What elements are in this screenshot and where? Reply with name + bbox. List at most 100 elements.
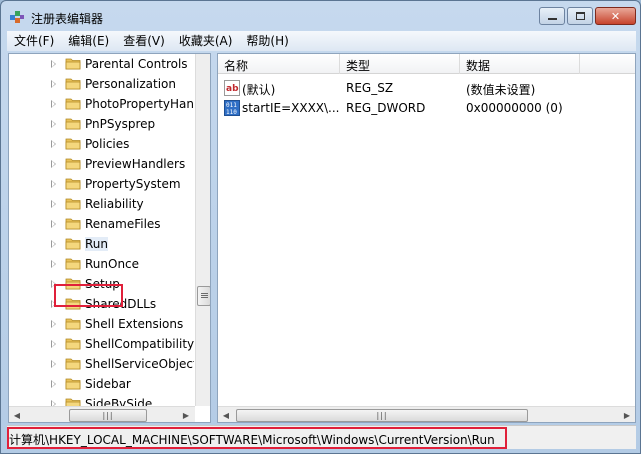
svg-text:ab: ab — [226, 84, 239, 94]
folder-icon — [65, 318, 81, 330]
registry-tree-pane[interactable]: Parental Controls Personalization PhotoPro… — [8, 53, 211, 423]
close-button[interactable]: ✕ — [595, 7, 636, 25]
tree-horizontal-scroll-thumb[interactable]: ||| — [69, 409, 147, 422]
tree-item[interactable]: Shell Extensions — [9, 314, 194, 334]
tree-item[interactable]: RenameFiles — [9, 214, 194, 234]
tree-vertical-scrollbar[interactable] — [195, 54, 210, 406]
folder-icon — [65, 118, 81, 130]
value-row-startie[interactable]: 011 110 startIE=XXXX\... REG_DWORD 0x000… — [218, 98, 635, 118]
expand-arrow-icon[interactable] — [51, 60, 56, 68]
value-data: 0x00000000 (0) — [466, 101, 563, 115]
close-icon: ✕ — [610, 9, 621, 23]
expand-arrow-icon[interactable] — [51, 180, 56, 188]
tree-item-label: PreviewHandlers — [85, 157, 186, 171]
folder-icon — [65, 98, 81, 110]
expand-arrow-icon[interactable] — [51, 140, 56, 148]
tree-horizontal-scrollbar[interactable]: ◀ ||| ▶ — [9, 406, 195, 422]
folder-icon — [65, 358, 81, 370]
path-highlight — [7, 427, 507, 449]
tree-vertical-scroll-thumb[interactable] — [197, 286, 210, 306]
menu-bar: 文件(F) 编辑(E) 查看(V) 收藏夹(A) 帮助(H) — [7, 31, 636, 51]
tree-item[interactable]: ShellCompatibility — [9, 334, 194, 354]
regedit-window: 注册表编辑器 ✕ 文件(F) 编辑(E) 查看(V) 收藏夹(A) 帮助(H) … — [0, 0, 641, 454]
svg-text:110: 110 — [226, 109, 237, 116]
expand-arrow-icon[interactable] — [51, 80, 56, 88]
tree-item[interactable]: Policies — [9, 134, 194, 154]
expand-arrow-icon[interactable] — [51, 260, 56, 268]
regedit-app-icon — [9, 9, 25, 25]
svg-text:011: 011 — [226, 102, 237, 109]
minimize-button[interactable] — [539, 7, 565, 25]
menu-favorites[interactable]: 收藏夹(A) — [172, 31, 240, 51]
tree-item[interactable]: Sidebar — [9, 374, 194, 394]
menu-help[interactable]: 帮助(H) — [239, 31, 295, 51]
folder-icon — [65, 398, 81, 406]
tree-item-label: SideBySide — [85, 397, 153, 406]
tree-item-label: PropertySystem — [85, 177, 181, 191]
tree-item[interactable]: RunOnce — [9, 254, 194, 274]
expand-arrow-icon[interactable] — [51, 340, 56, 348]
folder-icon — [65, 378, 81, 390]
expand-arrow-icon[interactable] — [51, 120, 56, 128]
tree-item[interactable]: PnPSysprep — [9, 114, 194, 134]
scroll-left-arrow-icon[interactable]: ◀ — [9, 407, 25, 422]
menu-file[interactable]: 文件(F) — [7, 31, 61, 51]
expand-arrow-icon[interactable] — [51, 380, 56, 388]
expand-arrow-icon[interactable] — [51, 320, 56, 328]
values-column-header: 名称 类型 数据 — [218, 54, 635, 74]
tree-item-label: Sidebar — [85, 377, 131, 391]
folder-icon — [65, 198, 81, 210]
folder-icon — [65, 78, 81, 90]
column-data-header[interactable]: 数据 — [466, 57, 490, 74]
expand-arrow-icon[interactable] — [51, 240, 56, 248]
maximize-button[interactable] — [567, 7, 593, 25]
tree-item[interactable]: PreviewHandlers — [9, 154, 194, 174]
value-data: (数值未设置) — [466, 83, 536, 97]
maximize-icon — [575, 12, 585, 20]
tree-item-label: ShellServiceObjectI — [85, 357, 194, 371]
values-horizontal-scroll-thumb[interactable]: ||| — [236, 409, 528, 422]
folder-icon — [65, 158, 81, 170]
values-horizontal-scrollbar[interactable]: ◀ ||| ▶ — [218, 406, 635, 422]
folder-icon — [65, 258, 81, 270]
status-bar: 计算机\HKEY_LOCAL_MACHINE\SOFTWARE\Microsof… — [7, 425, 636, 449]
tree-item[interactable]: Parental Controls — [9, 54, 194, 74]
value-row-default[interactable]: ab (默认) REG_SZ (数值未设置) — [218, 78, 635, 98]
expand-arrow-icon[interactable] — [51, 220, 56, 228]
expand-arrow-icon[interactable] — [51, 100, 56, 108]
expand-arrow-icon[interactable] — [51, 360, 56, 368]
column-type-header[interactable]: 类型 — [346, 57, 370, 74]
column-name-header[interactable]: 名称 — [224, 57, 248, 74]
binary-value-icon: 011 110 — [224, 100, 240, 116]
registry-values-pane[interactable]: 名称 类型 数据 ab (默认) REG_SZ (数值未设置) 011 110 … — [217, 53, 636, 423]
menu-edit[interactable]: 编辑(E) — [61, 31, 116, 51]
scroll-left-arrow-icon[interactable]: ◀ — [218, 407, 234, 422]
tree-item[interactable]: Reliability — [9, 194, 194, 214]
folder-icon — [65, 218, 81, 230]
tree-item[interactable]: Run — [9, 234, 194, 254]
value-type: REG_SZ — [346, 81, 394, 95]
folder-icon — [65, 58, 81, 70]
run-key-highlight — [54, 284, 123, 307]
tree-item[interactable]: ShellServiceObjectI — [9, 354, 194, 374]
tree-item[interactable]: PropertySystem — [9, 174, 194, 194]
folder-icon — [65, 178, 81, 190]
tree-item-label: Policies — [85, 137, 130, 151]
tree-item-label: RenameFiles — [85, 217, 161, 231]
value-type: REG_DWORD — [346, 101, 426, 115]
tree-item-label: PhotoPropertyHand — [85, 97, 194, 111]
expand-arrow-icon[interactable] — [51, 200, 56, 208]
value-name: (默认) — [242, 83, 276, 97]
scroll-right-arrow-icon[interactable]: ▶ — [178, 407, 194, 422]
scroll-right-arrow-icon[interactable]: ▶ — [619, 407, 635, 422]
tree-item-label: Parental Controls — [85, 57, 188, 71]
tree-item[interactable]: Personalization — [9, 74, 194, 94]
minimize-icon — [547, 18, 557, 20]
expand-arrow-icon[interactable] — [51, 160, 56, 168]
tree-item-label: Shell Extensions — [85, 317, 184, 331]
tree-item[interactable]: PhotoPropertyHand — [9, 94, 194, 114]
title-bar[interactable]: 注册表编辑器 ✕ — [1, 1, 640, 31]
tree-item[interactable]: SideBySide — [9, 394, 194, 406]
value-name: startIE=XXXX\... — [242, 101, 340, 115]
menu-view[interactable]: 查看(V) — [116, 31, 172, 51]
